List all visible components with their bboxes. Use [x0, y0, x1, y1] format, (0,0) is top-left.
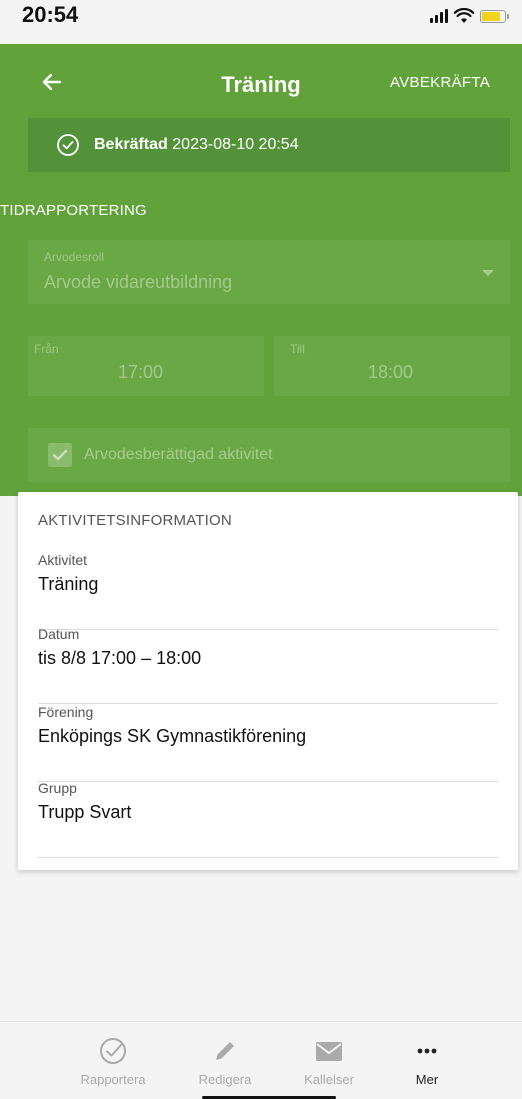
info-row-group: Grupp Trupp Svart — [38, 780, 498, 858]
confirmed-status: Bekräftad — [94, 136, 168, 153]
info-label: Datum — [38, 626, 80, 642]
info-row-activity: Aktivitet Träning — [38, 552, 498, 630]
to-label: Till — [290, 342, 305, 356]
info-label: Grupp — [38, 780, 77, 796]
role-value: Arvode vidareutbildning — [44, 272, 233, 292]
time-report-heading: TIDRAPPORTERING — [0, 202, 147, 219]
nav-item-mer[interactable]: Mer — [382, 1036, 472, 1087]
activity-info-card: AKTIVITETSINFORMATION Aktivitet Träning … — [18, 492, 518, 870]
more-dots-icon — [417, 1048, 437, 1054]
info-row-club: Förening Enköpings SK Gymnastikförening — [38, 704, 498, 782]
checkmark-icon — [52, 449, 68, 461]
nav-item-rapportera[interactable]: Rapportera — [68, 1036, 158, 1087]
from-time-field[interactable]: Från 17:00 — [28, 336, 264, 396]
info-row-date: Datum tis 8/8 17:00 – 18:00 — [38, 626, 498, 704]
info-value: tis 8/8 17:00 – 18:00 — [38, 648, 202, 668]
confirmed-banner: Bekräftad 2023-08-10 20:54 — [28, 118, 510, 172]
nav-label: Rapportera — [80, 1072, 146, 1087]
check-circle-icon — [100, 1038, 126, 1064]
dropdown-arrow-icon — [482, 270, 494, 276]
wifi-icon — [454, 8, 474, 23]
bottom-nav: Rapportera Redigera Kallelser Mer — [0, 1021, 522, 1099]
battery-icon — [480, 9, 509, 23]
status-bar: 20:54 — [0, 0, 522, 44]
nav-item-kallelser[interactable]: Kallelser — [284, 1036, 374, 1087]
mail-icon — [316, 1042, 342, 1061]
check-circle-icon — [57, 134, 79, 156]
confirmed-text: Bekräftad 2023-08-10 20:54 — [94, 136, 299, 154]
activity-info-heading: AKTIVITETSINFORMATION — [38, 512, 232, 529]
status-icons — [430, 8, 509, 24]
eligible-label: Arvodesberättigad aktivitet — [84, 446, 273, 463]
info-label: Aktivitet — [38, 552, 88, 568]
nav-label: Mer — [415, 1072, 439, 1087]
info-value: Enköpings SK Gymnastikförening — [38, 726, 307, 746]
to-time-field[interactable]: Till 18:00 — [274, 336, 510, 396]
nav-label: Kallelser — [304, 1072, 354, 1087]
from-value: 17:00 — [118, 362, 164, 382]
info-value: Träning — [38, 574, 99, 594]
role-label: Arvodesroll — [44, 250, 105, 264]
to-value: 18:00 — [368, 362, 414, 382]
info-label: Förening — [38, 704, 94, 720]
confirmed-timestamp: 2023-08-10 20:54 — [172, 136, 299, 153]
unconfirm-button[interactable]: AVBEKRÄFTA — [390, 74, 490, 91]
nav-item-redigera[interactable]: Redigera — [180, 1036, 270, 1087]
from-label: Från — [34, 342, 59, 356]
status-time: 20:54 — [22, 2, 79, 27]
eligible-checkbox[interactable] — [48, 443, 72, 467]
nav-label: Redigera — [198, 1072, 252, 1087]
eligible-activity-row[interactable]: Arvodesberättigad aktivitet — [28, 428, 510, 482]
info-value: Trupp Svart — [38, 802, 132, 822]
signal-icon — [430, 9, 448, 23]
pencil-icon — [216, 1042, 234, 1060]
role-select[interactable]: Arvodesroll Arvode vidareutbildning — [28, 240, 510, 304]
